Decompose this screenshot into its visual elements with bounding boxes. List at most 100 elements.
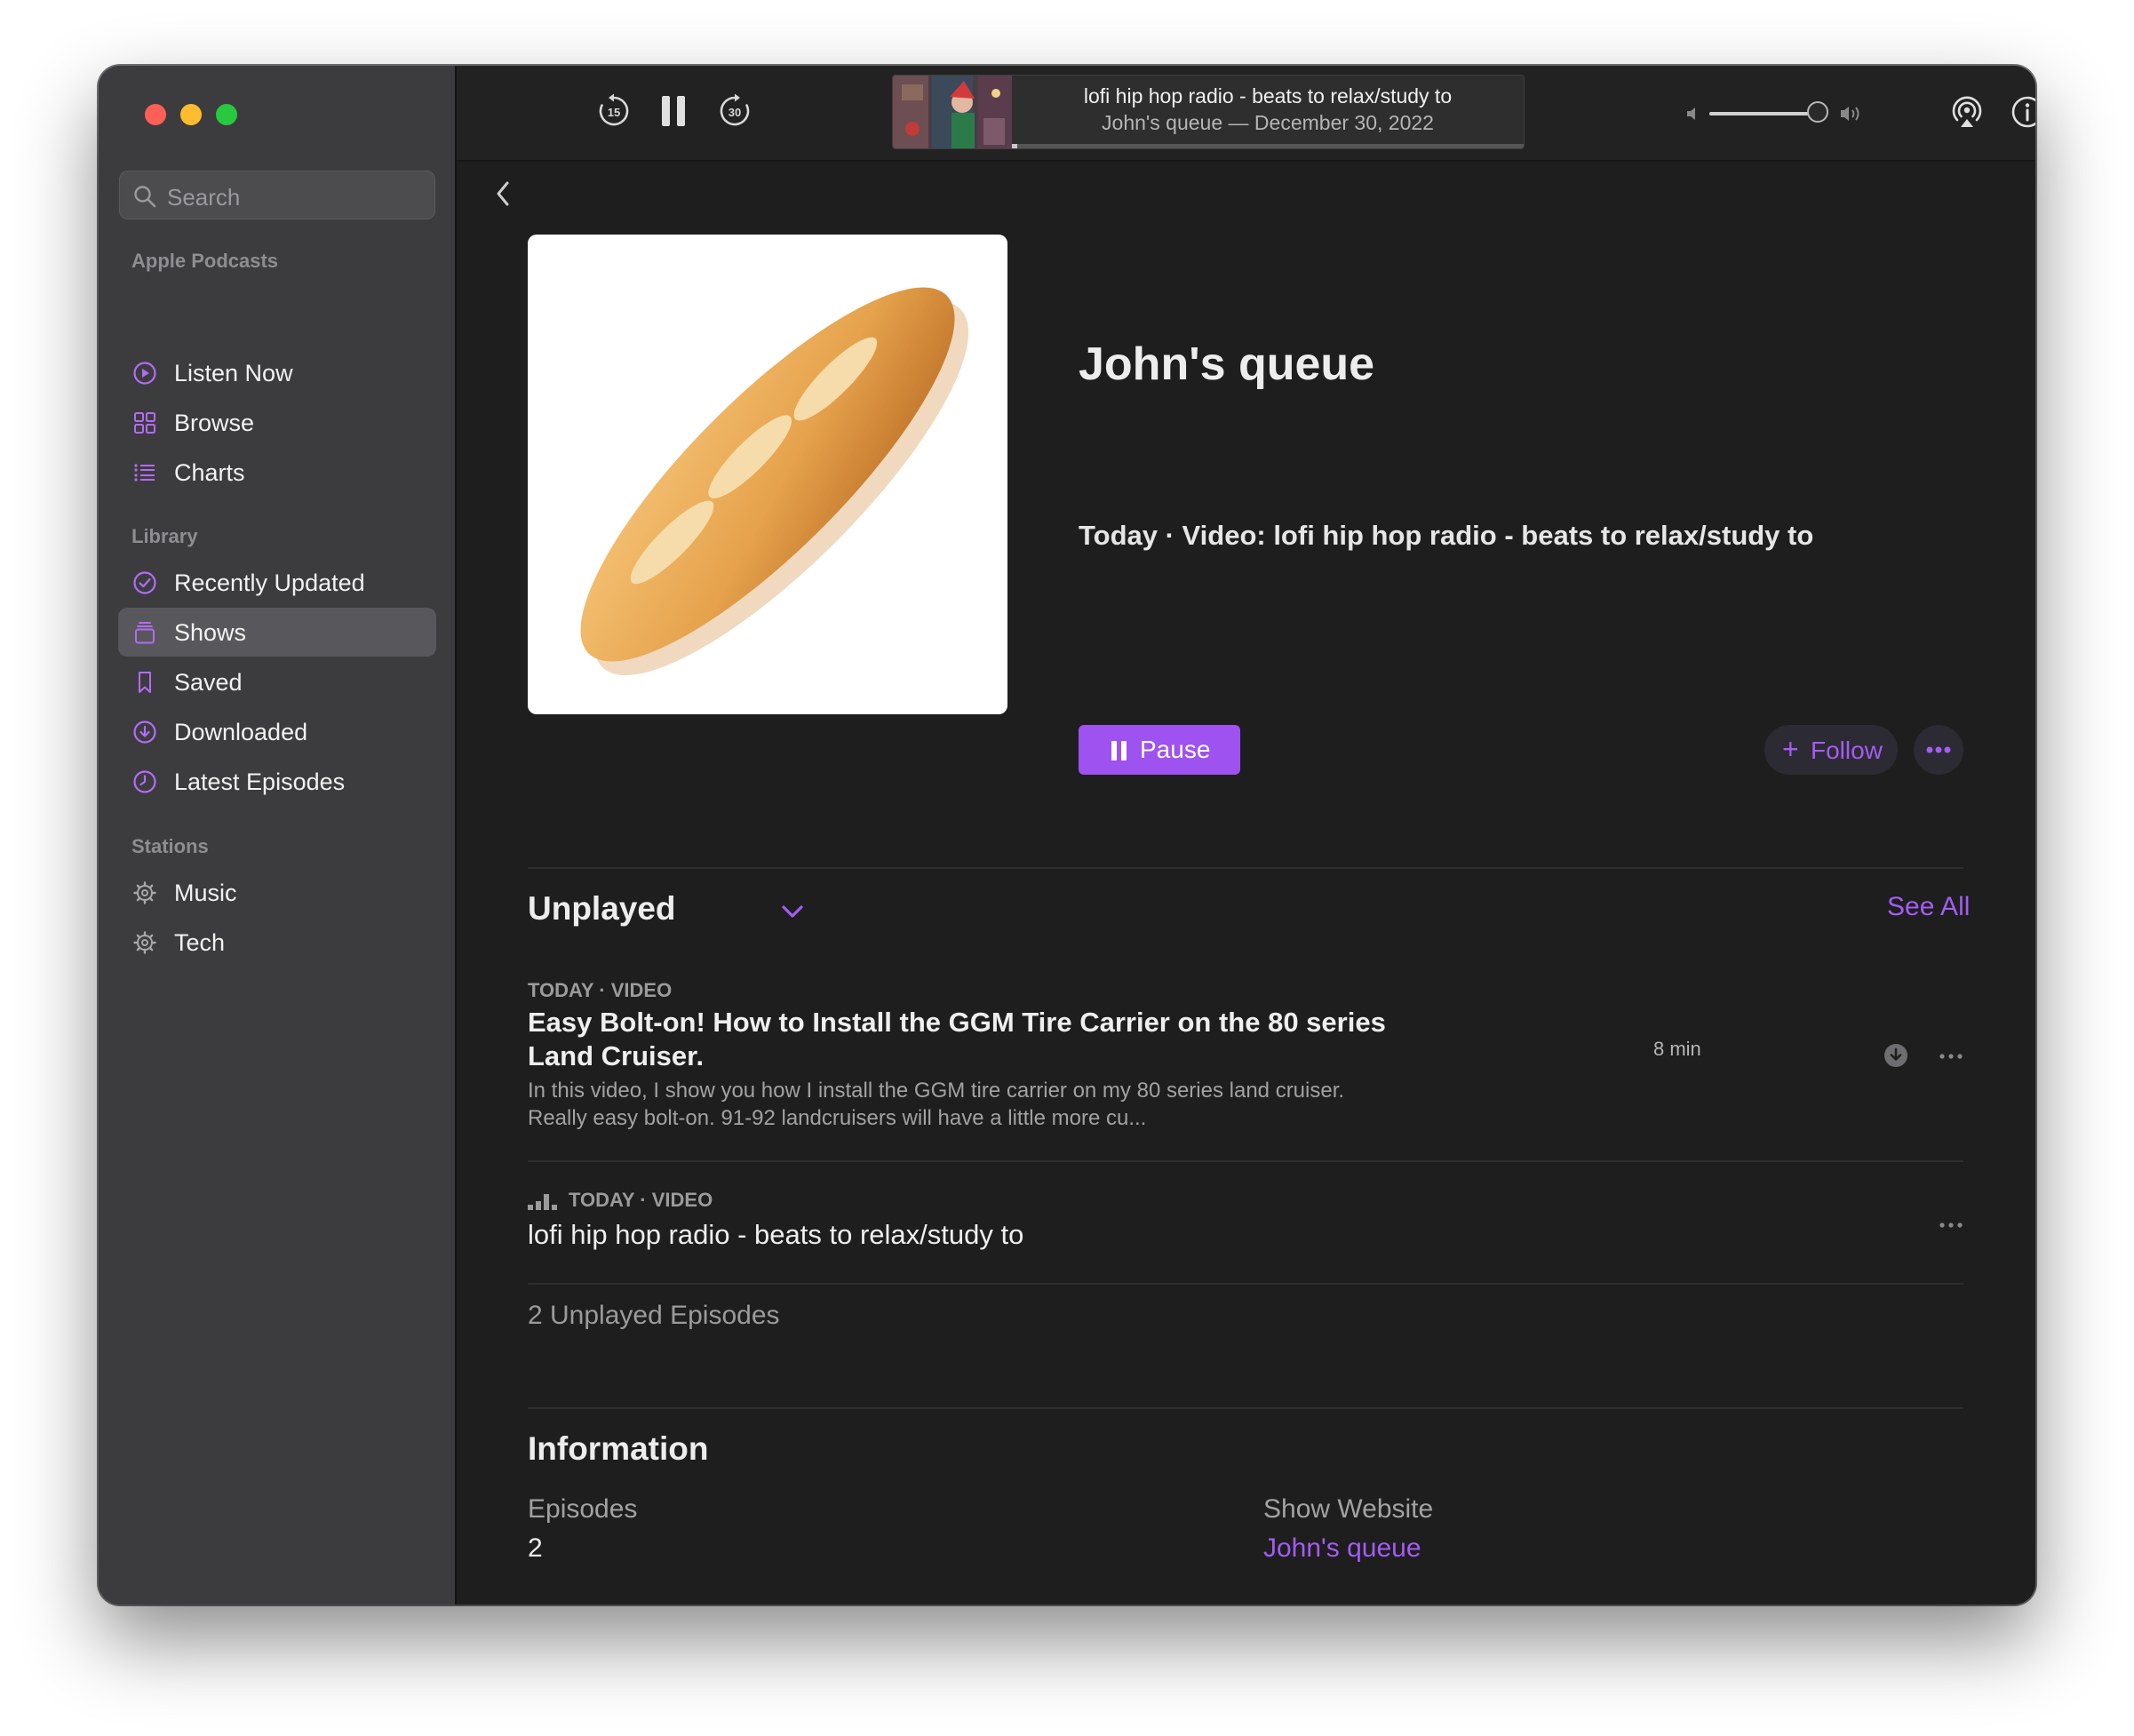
episode-more-button[interactable] [1938,1219,1964,1235]
episode-duration: 8 min [1653,1038,1701,1060]
information-heading: Information [528,1430,709,1467]
minimize-window-button[interactable] [180,104,202,125]
list-icon [134,464,155,482]
pause-button[interactable]: Pause [1079,725,1240,775]
zoom-window-button[interactable] [216,104,237,125]
sidebar-item-label: Latest Episodes [174,768,346,795]
sidebar-item-label: Browse [174,410,255,436]
row-divider [528,1160,1963,1162]
section-title-stations: Stations [131,835,209,857]
row-divider [528,1283,1963,1285]
see-all-link[interactable]: See All [1887,892,1970,922]
pause-icon [662,96,685,126]
playback-progress-bar[interactable] [1012,144,1524,148]
playback-progress-fill [1012,144,1017,148]
airplay-button[interactable] [1949,94,1985,134]
back-button[interactable] [492,179,514,212]
skip-forward-button[interactable]: 30 [716,92,753,134]
episodes-count-label: Episodes [528,1494,638,1524]
unplayed-filter-dropdown[interactable] [780,903,805,925]
show-more-options-button[interactable] [1914,725,1963,775]
podcasts-window: Search Apple Podcasts Listen Now Browse [99,66,2035,1605]
episode-download-button[interactable] [1883,1043,1908,1072]
now-playing-title: lofi hip hop radio - beats to relax/stud… [1083,84,1453,108]
chevron-left-icon [497,181,509,206]
bookmark-icon [139,672,151,693]
episode-more-button[interactable] [1938,1050,1964,1066]
sidebar-item-charts[interactable]: Charts [118,448,436,497]
volume-fill [1709,112,1809,115]
volume-high-icon [1841,107,1859,121]
sidebar-item-shows[interactable]: Shows [118,608,436,657]
episodes-count-value: 2 [528,1533,543,1563]
section-title-apple-podcasts: Apple Podcasts [131,250,279,272]
unplayed-heading[interactable]: Unplayed [528,890,676,928]
download-circle-icon [133,721,156,744]
sidebar-item-label: Shows [174,619,247,646]
checkmark-circle-icon [133,571,156,594]
volume-low-icon [1687,108,1695,120]
plus-icon: + [1782,733,1799,765]
volume-slider[interactable] [1709,112,1819,115]
sidebar-item-label: Downloaded [174,719,308,745]
search-placeholder: Search [167,184,241,211]
follow-button[interactable]: + Follow [1764,725,1898,775]
sidebar-item-label: Tech [174,929,226,956]
skip-forward-icon: 30 [720,93,750,126]
sidebar-item-downloaded[interactable]: Downloaded [118,707,436,756]
sidebar-item-label: Charts [174,459,245,486]
baguette-bread-icon [580,287,969,676]
section-title-library: Library [131,525,198,547]
sidebar-item-tech[interactable]: Tech [118,918,436,967]
download-circle-icon [1884,1044,1907,1067]
sidebar-item-label: Music [174,880,237,906]
latest-episode-line[interactable]: Today · Video: lofi hip hop radio - beat… [1079,520,1813,552]
sidebar-item-listen-now[interactable]: Listen Now [118,348,436,397]
sidebar-item-saved[interactable]: Saved [118,657,436,706]
now-playing-display[interactable]: lofi hip hop radio - beats to relax/stud… [892,75,1525,149]
now-playing-bars-icon [528,1194,557,1210]
episode-meta: TODAY · VIDEO [528,979,673,1001]
ellipsis-icon [1939,1054,1963,1059]
sidebar-item-label: Listen Now [174,360,293,386]
sidebar-item-recently-updated[interactable]: Recently Updated [118,558,436,607]
airplay-audio-icon [1952,96,1982,127]
section-divider [528,1407,1963,1409]
info-circle-icon [2011,96,2035,128]
gear-icon [133,931,156,954]
sidebar-item-label: Recently Updated [174,569,365,596]
skip-forward-seconds: 30 [729,106,741,119]
player-toolbar: 15 30 lofi hip hop radio - beats to rela… [457,66,2035,162]
search-icon [134,186,156,208]
now-playing-artwork [893,76,1012,148]
show-artwork [528,235,1007,714]
episode-meta: TODAY · VIDEO [569,1189,713,1211]
stack-icon [135,622,155,644]
info-button[interactable] [2010,94,2035,134]
skip-back-icon: 15 [599,93,629,126]
sidebar-item-label: Saved [174,669,243,696]
skip-back-button[interactable]: 15 [595,92,633,134]
sidebar-item-music[interactable]: Music [118,868,436,917]
skip-back-seconds: 15 [608,106,620,119]
unplayed-episode-count: 2 Unplayed Episodes [528,1301,780,1330]
show-detail-content: John's queue Today · Video: lofi hip hop… [457,162,2035,1605]
sidebar-item-browse[interactable]: Browse [118,398,436,447]
search-input[interactable]: Search [119,171,435,219]
pause-button-label: Pause [1140,736,1211,763]
ellipsis-icon [1939,1222,1963,1228]
play-pause-button[interactable] [660,94,687,132]
show-website-link[interactable]: John's queue [1263,1533,1421,1564]
episode-title: Easy Bolt-on! How to Install the GGM Tir… [528,1007,1386,1071]
volume-knob[interactable] [1807,101,1828,123]
section-divider [528,867,1963,869]
now-playing-subtitle: John's queue — December 30, 2022 [1102,111,1434,134]
close-window-button[interactable] [145,104,166,125]
grid-icon [134,412,155,434]
gear-icon [133,881,156,904]
play-circle-icon [133,362,156,385]
chevron-down-icon [782,905,803,918]
ellipsis-icon [1926,746,1951,753]
sidebar-item-latest-episodes[interactable]: Latest Episodes [118,757,436,806]
episode-title: lofi hip hop radio - beats to relax/stud… [528,1219,1024,1250]
